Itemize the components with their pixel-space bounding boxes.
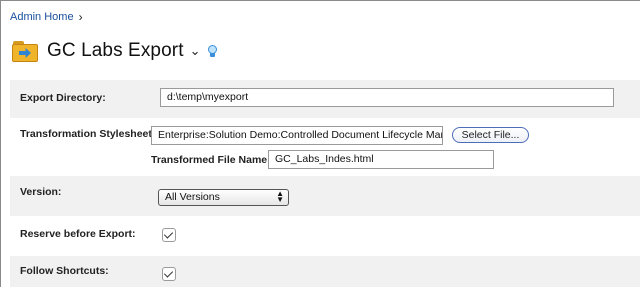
chevron-right-icon: › xyxy=(78,10,83,24)
page-header: GC Labs Export ⌄ xyxy=(12,38,218,64)
checkmark-icon xyxy=(163,229,174,239)
breadcrumb-admin-home-link[interactable]: Admin Home xyxy=(10,11,74,23)
version-label: Version: xyxy=(20,186,62,198)
lightbulb-icon[interactable] xyxy=(208,45,218,57)
reserve-before-export-label: Reserve before Export: xyxy=(20,228,136,240)
folder-export-icon xyxy=(12,40,38,62)
checkmark-icon xyxy=(163,268,174,278)
select-arrows-icon: ▲ ▼ xyxy=(276,189,284,204)
follow-shortcuts-checkbox[interactable] xyxy=(162,267,176,281)
transformed-file-name-input[interactable]: GC_Labs_Indes.html xyxy=(268,150,494,169)
version-row xyxy=(10,176,640,216)
breadcrumb: Admin Home › xyxy=(10,10,83,24)
reserve-before-export-checkbox[interactable] xyxy=(162,228,176,242)
title-dropdown-chevron-icon[interactable]: ⌄ xyxy=(190,43,201,59)
transformation-stylesheet-label: Transformation Stylesheet: xyxy=(20,128,156,140)
follow-shortcuts-label: Follow Shortcuts: xyxy=(20,265,109,277)
version-selected-value: All Versions xyxy=(165,191,220,203)
transformation-stylesheet-input[interactable]: Enterprise:Solution Demo:Controlled Docu… xyxy=(151,126,443,145)
select-file-button[interactable]: Select File... xyxy=(452,127,529,143)
version-select[interactable]: All Versions ▲ ▼ xyxy=(158,189,289,206)
transformed-file-name-label: Transformed File Name: xyxy=(151,154,271,166)
page-title: GC Labs Export xyxy=(47,40,184,61)
export-directory-label: Export Directory: xyxy=(20,92,106,104)
export-directory-input[interactable]: d:\temp\myexport xyxy=(160,88,614,107)
